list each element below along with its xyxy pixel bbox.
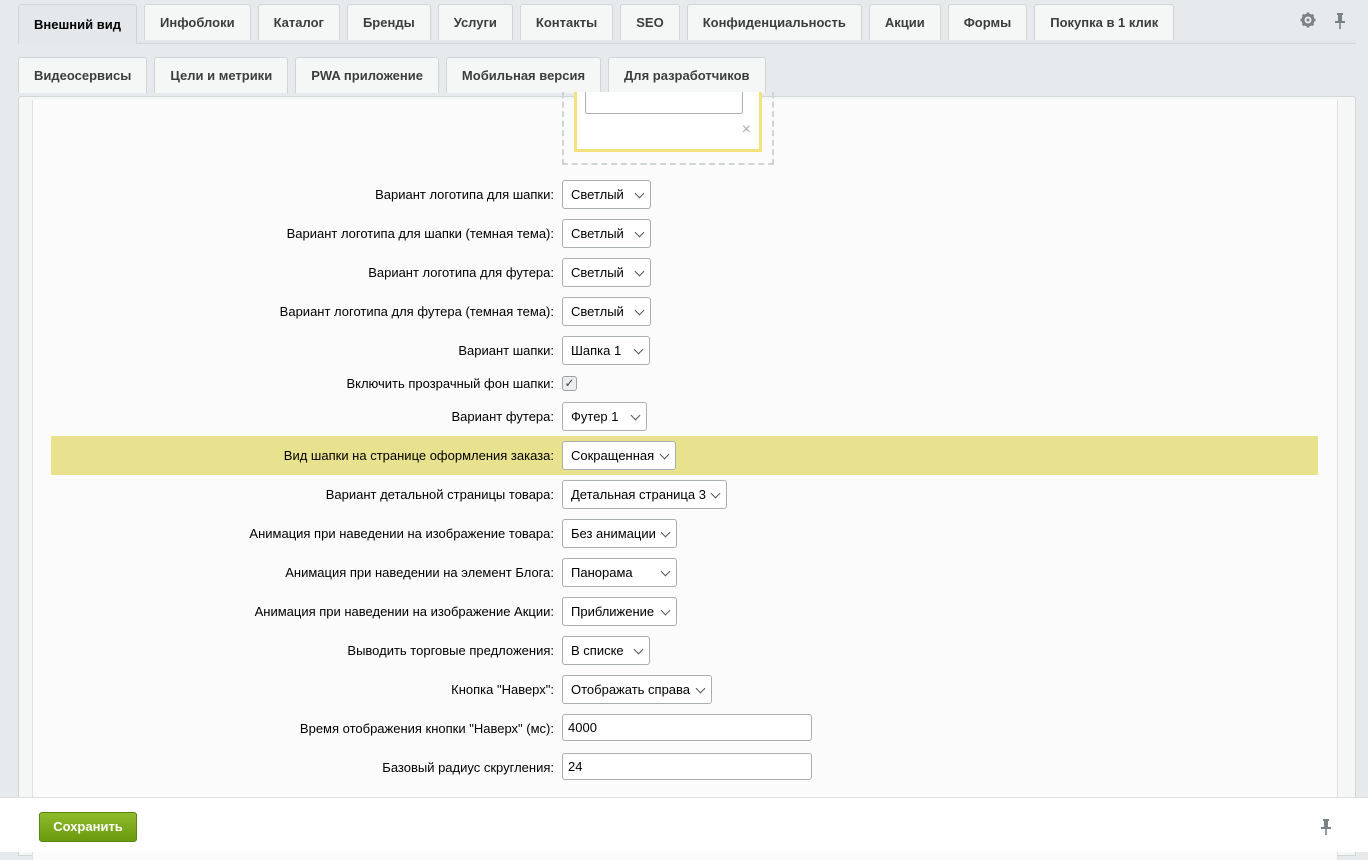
- row-border-radius: Базовый радиус скругления: 24: [0, 748, 1368, 787]
- tab-services[interactable]: Услуги: [437, 4, 513, 40]
- label-logo-footer: Вариант логотипа для футера:: [368, 265, 554, 280]
- select-logo-footer[interactable]: Светлый: [562, 258, 651, 287]
- label-scroll-top-time: Время отображения кнопки "Наверх" (мс):: [299, 721, 554, 736]
- tab-mobile-version[interactable]: Мобильная версия: [445, 57, 602, 93]
- select-product-page[interactable]: Детальная страница 3: [562, 480, 727, 509]
- select-value: Светлый: [571, 226, 624, 241]
- pin-icon[interactable]: [1320, 818, 1332, 841]
- select-logo-header-dark[interactable]: Светлый: [562, 219, 651, 248]
- select-header-variant[interactable]: Шапка 1: [562, 336, 650, 365]
- select-value: В списке: [571, 643, 624, 658]
- chevron-down-icon: [710, 488, 721, 499]
- tab-developers[interactable]: Для разработчиков: [608, 57, 766, 93]
- tabs-row-main: Внешний вид Инфоблоки Каталог Бренды Усл…: [18, 4, 1181, 44]
- footer-bar: Сохранить: [0, 797, 1368, 852]
- chevron-down-icon: [659, 449, 670, 460]
- tab-one-click-purchase[interactable]: Покупка в 1 клик: [1034, 4, 1175, 40]
- select-value: Панорама: [571, 565, 633, 580]
- logo-dropzone[interactable]: ×: [562, 92, 774, 165]
- logo-preview-card: ×: [574, 92, 762, 152]
- label-scroll-top: Кнопка "Наверх":: [451, 682, 554, 697]
- select-value: Светлый: [571, 304, 624, 319]
- tab-video-services[interactable]: Видеосервисы: [18, 57, 148, 93]
- select-value: Светлый: [571, 265, 624, 280]
- chevron-down-icon: [634, 305, 645, 316]
- row-scroll-top-time: Время отображения кнопки "Наверх" (мс): …: [0, 709, 1368, 748]
- chevron-down-icon: [695, 683, 706, 694]
- label-product-hover: Анимация при наведении на изображение то…: [249, 526, 554, 541]
- select-value: Светлый: [571, 187, 624, 202]
- chevron-down-icon: [633, 644, 644, 655]
- label-footer-variant: Вариант футера:: [451, 409, 554, 424]
- select-offers-view[interactable]: В списке: [562, 636, 650, 665]
- close-icon[interactable]: ×: [742, 122, 751, 138]
- input-scroll-top-time[interactable]: 4000: [562, 714, 812, 741]
- row-offers-view: Выводить торговые предложения: В списке: [0, 631, 1368, 670]
- select-footer-variant[interactable]: Футер 1: [562, 402, 647, 431]
- label-logo-header: Вариант логотипа для шапки:: [375, 187, 554, 202]
- tab-contacts[interactable]: Контакты: [519, 4, 614, 40]
- label-blog-hover: Анимация при наведении на элемент Блога:: [285, 565, 554, 580]
- select-value: Приближение: [571, 604, 655, 619]
- row-footer-variant: Вариант футера: Футер 1: [0, 397, 1368, 436]
- chevron-down-icon: [634, 227, 645, 238]
- checkbox-transparent-header[interactable]: ✓: [562, 376, 577, 391]
- gear-icon[interactable]: [1299, 12, 1317, 30]
- row-blog-hover: Анимация при наведении на элемент Блога:…: [0, 553, 1368, 592]
- tab-brands[interactable]: Бренды: [346, 4, 431, 40]
- select-scroll-top[interactable]: Отображать справа: [562, 675, 712, 704]
- select-logo-header[interactable]: Светлый: [562, 180, 651, 209]
- row-product-hover: Анимация при наведении на изображение то…: [0, 514, 1368, 553]
- chevron-down-icon: [630, 410, 641, 421]
- tab-infoblocks[interactable]: Инфоблоки: [144, 4, 251, 40]
- chevron-down-icon: [660, 527, 671, 538]
- chevron-down-icon: [634, 266, 645, 277]
- chevron-down-icon: [633, 344, 644, 355]
- tab-catalog[interactable]: Каталог: [257, 4, 340, 40]
- tab-forms[interactable]: Формы: [947, 4, 1028, 40]
- tab-pwa-app[interactable]: PWA приложение: [295, 57, 439, 93]
- row-checkout-header: Вид шапки на странице оформления заказа:…: [0, 436, 1368, 475]
- select-value: Футер 1: [571, 409, 619, 424]
- select-value: Сокращенная: [571, 448, 655, 463]
- row-logo-footer-dark: Вариант логотипа для футера (темная тема…: [0, 292, 1368, 331]
- row-logo-header-dark: Вариант логотипа для шапки (темная тема)…: [0, 214, 1368, 253]
- logo-file-input[interactable]: [585, 92, 743, 114]
- row-scroll-top: Кнопка "Наверх": Отображать справа: [0, 670, 1368, 709]
- chevron-down-icon: [660, 566, 671, 577]
- label-product-page: Вариант детальной страницы товара:: [325, 487, 554, 502]
- tab-privacy[interactable]: Конфиденциальность: [686, 4, 862, 40]
- select-value: Без анимации: [571, 526, 656, 541]
- label-logo-footer-dark: Вариант логотипа для футера (темная тема…: [279, 304, 554, 319]
- row-highlight: [51, 436, 1318, 475]
- row-logo-footer: Вариант логотипа для футера: Светлый: [0, 253, 1368, 292]
- chevron-down-icon: [634, 188, 645, 199]
- select-value: Отображать справа: [571, 682, 691, 697]
- select-product-hover[interactable]: Без анимации: [562, 519, 677, 548]
- select-sale-hover[interactable]: Приближение: [562, 597, 677, 626]
- select-logo-footer-dark[interactable]: Светлый: [562, 297, 651, 326]
- pin-icon[interactable]: [1331, 12, 1349, 30]
- label-sale-hover: Анимация при наведении на изображение Ак…: [254, 604, 554, 619]
- select-blog-hover[interactable]: Панорама: [562, 558, 677, 587]
- tab-seo[interactable]: SEO: [620, 4, 680, 40]
- select-value: Детальная страница 3: [571, 487, 706, 502]
- row-sale-hover: Анимация при наведении на изображение Ак…: [0, 592, 1368, 631]
- chevron-down-icon: [660, 605, 671, 616]
- save-button[interactable]: Сохранить: [39, 812, 137, 842]
- select-checkout-header[interactable]: Сокращенная: [562, 441, 676, 470]
- tab-promotions[interactable]: Акции: [868, 4, 941, 40]
- tabs-row-secondary: Видеосервисы Цели и метрики PWA приложен…: [18, 57, 773, 97]
- row-product-page: Вариант детальной страницы товара: Детал…: [0, 475, 1368, 514]
- label-checkout-header: Вид шапки на странице оформления заказа:: [283, 448, 554, 463]
- input-border-radius[interactable]: 24: [562, 753, 812, 780]
- tab-goals-metrics[interactable]: Цели и метрики: [154, 57, 289, 93]
- label-border-radius: Базовый радиус скругления:: [382, 760, 554, 775]
- tab-appearance[interactable]: Внешний вид: [18, 4, 137, 44]
- row-logo-header: Вариант логотипа для шапки: Светлый: [0, 175, 1368, 214]
- label-offers-view: Выводить торговые предложения:: [347, 643, 554, 658]
- select-value: Шапка 1: [571, 343, 622, 358]
- label-logo-header-dark: Вариант логотипа для шапки (темная тема)…: [286, 226, 554, 241]
